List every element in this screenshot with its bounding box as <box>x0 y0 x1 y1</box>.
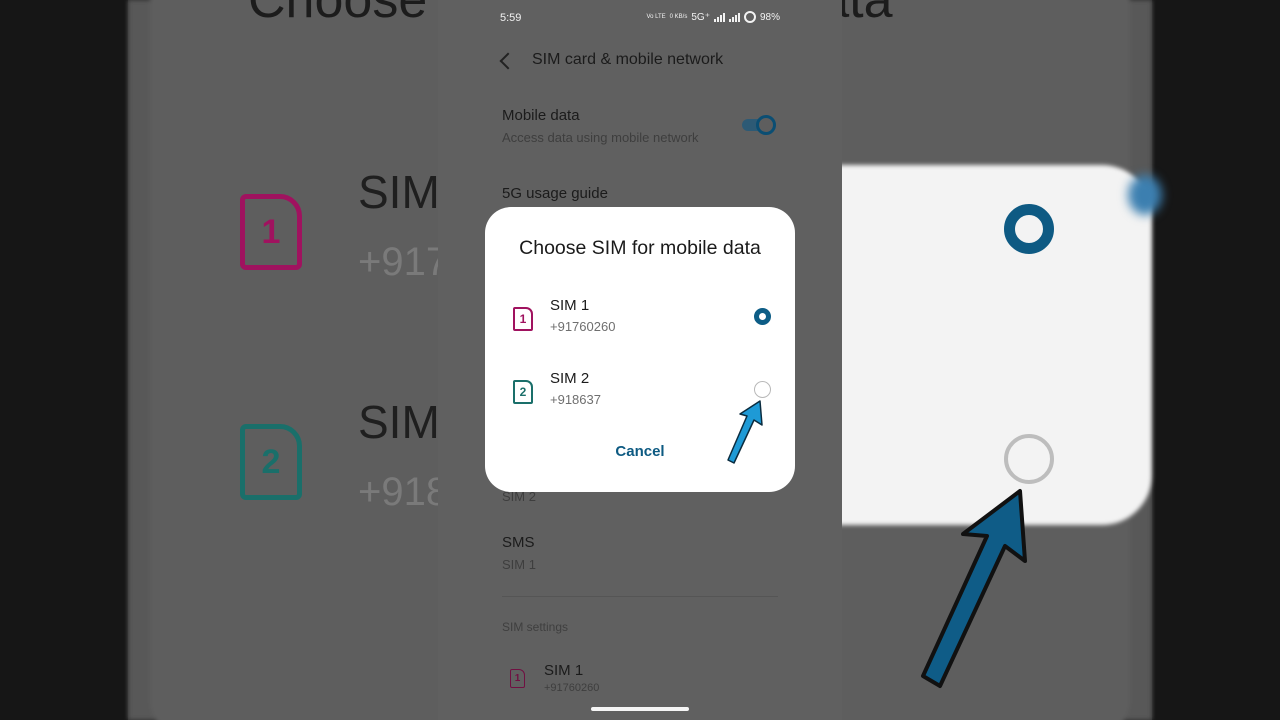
background-blur-accent <box>1128 175 1162 215</box>
signal-icon-2 <box>728 12 740 22</box>
cancel-button[interactable]: Cancel <box>590 443 690 465</box>
sim2-option-label: SIM 2 <box>550 370 590 387</box>
background-sim2-number: +918 <box>358 470 449 514</box>
sms-title[interactable]: SMS <box>502 534 535 551</box>
mobile-data-toggle-thumb[interactable] <box>756 115 776 135</box>
sim-settings-label: SIM settings <box>502 620 569 634</box>
sim1-card-icon: 1 <box>510 669 525 688</box>
dialog-title: Choose SIM for mobile data <box>519 237 761 259</box>
mobile-data-title[interactable]: Mobile data <box>502 107 580 124</box>
background-sim1-label: SIM <box>358 166 440 218</box>
mobile-data-subtitle: Access data using mobile network <box>502 130 699 145</box>
battery-icon <box>743 11 756 23</box>
background-arrow-icon <box>921 489 1027 688</box>
sim2-option-number: +918637 <box>550 392 601 407</box>
network-speed: 0 KB/s <box>669 14 688 20</box>
sim1-option-label: SIM 1 <box>550 297 590 314</box>
sim1-radio-button[interactable] <box>754 308 771 325</box>
background-sim1-number: +917 <box>358 240 449 284</box>
gesture-navigation-bar[interactable] <box>591 707 689 711</box>
app-bar: SIM card & mobile network <box>438 40 842 84</box>
back-arrow-icon[interactable] <box>499 52 517 70</box>
background-sim2-icon: 2 <box>240 424 302 500</box>
signal-icon <box>713 12 725 22</box>
background-right-edge <box>1152 0 1280 720</box>
sms-sim-value: SIM 1 <box>502 557 536 572</box>
status-bar: 5:59 Vo LTE 0 KB/s 5G⁺ 98% <box>438 0 842 36</box>
status-time: 5:59 <box>500 12 522 24</box>
sim1-option-number: +91760260 <box>550 319 616 334</box>
sim2-radio-button[interactable] <box>754 381 771 398</box>
sim2-card-icon: 2 <box>513 380 533 404</box>
sim1-card-icon: 1 <box>513 307 533 331</box>
battery-level: 98% <box>759 11 780 23</box>
volte-icon: Vo LTE <box>646 14 666 20</box>
divider <box>502 596 778 597</box>
usage-guide-item[interactable]: 5G usage guide <box>502 185 608 202</box>
background-left-edge <box>0 0 128 720</box>
background-sim2-label: SIM <box>358 396 440 448</box>
status-icons: Vo LTE 0 KB/s 5G⁺ 98% <box>646 11 780 23</box>
background-sim1-icon: 1 <box>240 194 302 270</box>
pointer-arrow-icon <box>727 400 763 464</box>
sim1-option[interactable]: 1 SIM 1 +91760260 <box>485 297 795 359</box>
background-radio-unselected <box>1004 434 1054 484</box>
sim1-settings-number: +91760260 <box>544 682 600 694</box>
sim1-settings-title[interactable]: SIM 1 <box>544 662 583 679</box>
background-radio-selected <box>1004 204 1054 254</box>
network-type: 5G⁺ <box>691 11 710 23</box>
page-title: SIM card & mobile network <box>532 51 724 68</box>
